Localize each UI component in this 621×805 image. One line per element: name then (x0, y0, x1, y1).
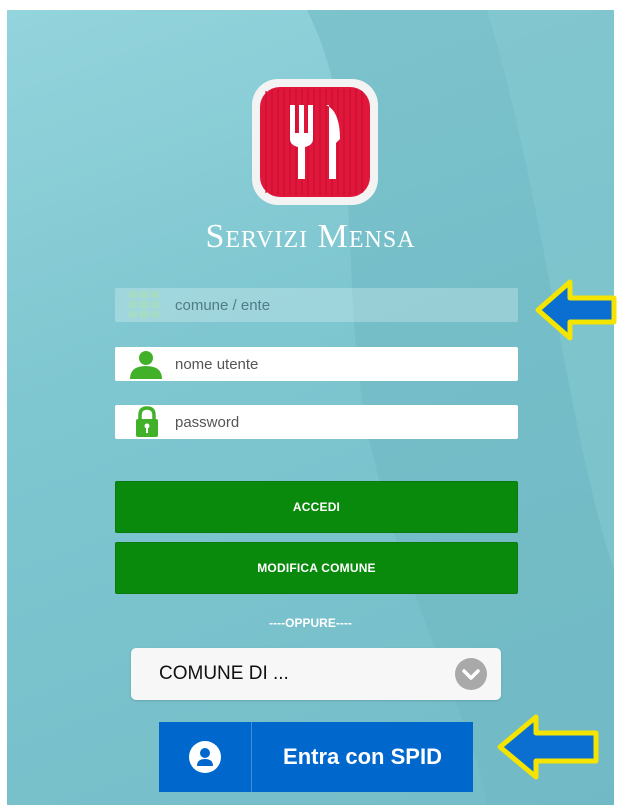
spid-login-button[interactable]: Entra con SPID (159, 722, 473, 792)
spid-user-icon (159, 722, 252, 792)
chevron-down-icon[interactable] (455, 658, 487, 690)
comune-select-value: COMUNE DI ... (159, 663, 289, 684)
password-field[interactable] (115, 405, 518, 439)
brand-title: Servizi Mensa (205, 218, 416, 255)
comune-input[interactable] (171, 290, 505, 320)
grid-icon (115, 288, 171, 322)
spid-label: Entra con SPID (283, 744, 442, 769)
login-panel: Servizi Mensa comune / ente nome utente … (7, 10, 614, 805)
annotation-arrow-icon (535, 279, 617, 341)
logo-icon (252, 79, 378, 205)
user-icon (115, 347, 171, 381)
comune-field[interactable] (115, 288, 518, 322)
password-input[interactable] (171, 407, 505, 437)
modifica-comune-button[interactable]: MODIFICA COMUNE (115, 542, 518, 594)
username-input[interactable] (171, 349, 505, 379)
lock-icon (115, 405, 171, 439)
accedi-button[interactable]: ACCEDI (115, 481, 518, 533)
comune-select[interactable]: COMUNE DI ... (131, 648, 501, 700)
oppure-separator: ----OPPURE---- (269, 616, 352, 630)
username-field[interactable] (115, 347, 518, 381)
annotation-arrow-icon (497, 714, 599, 780)
